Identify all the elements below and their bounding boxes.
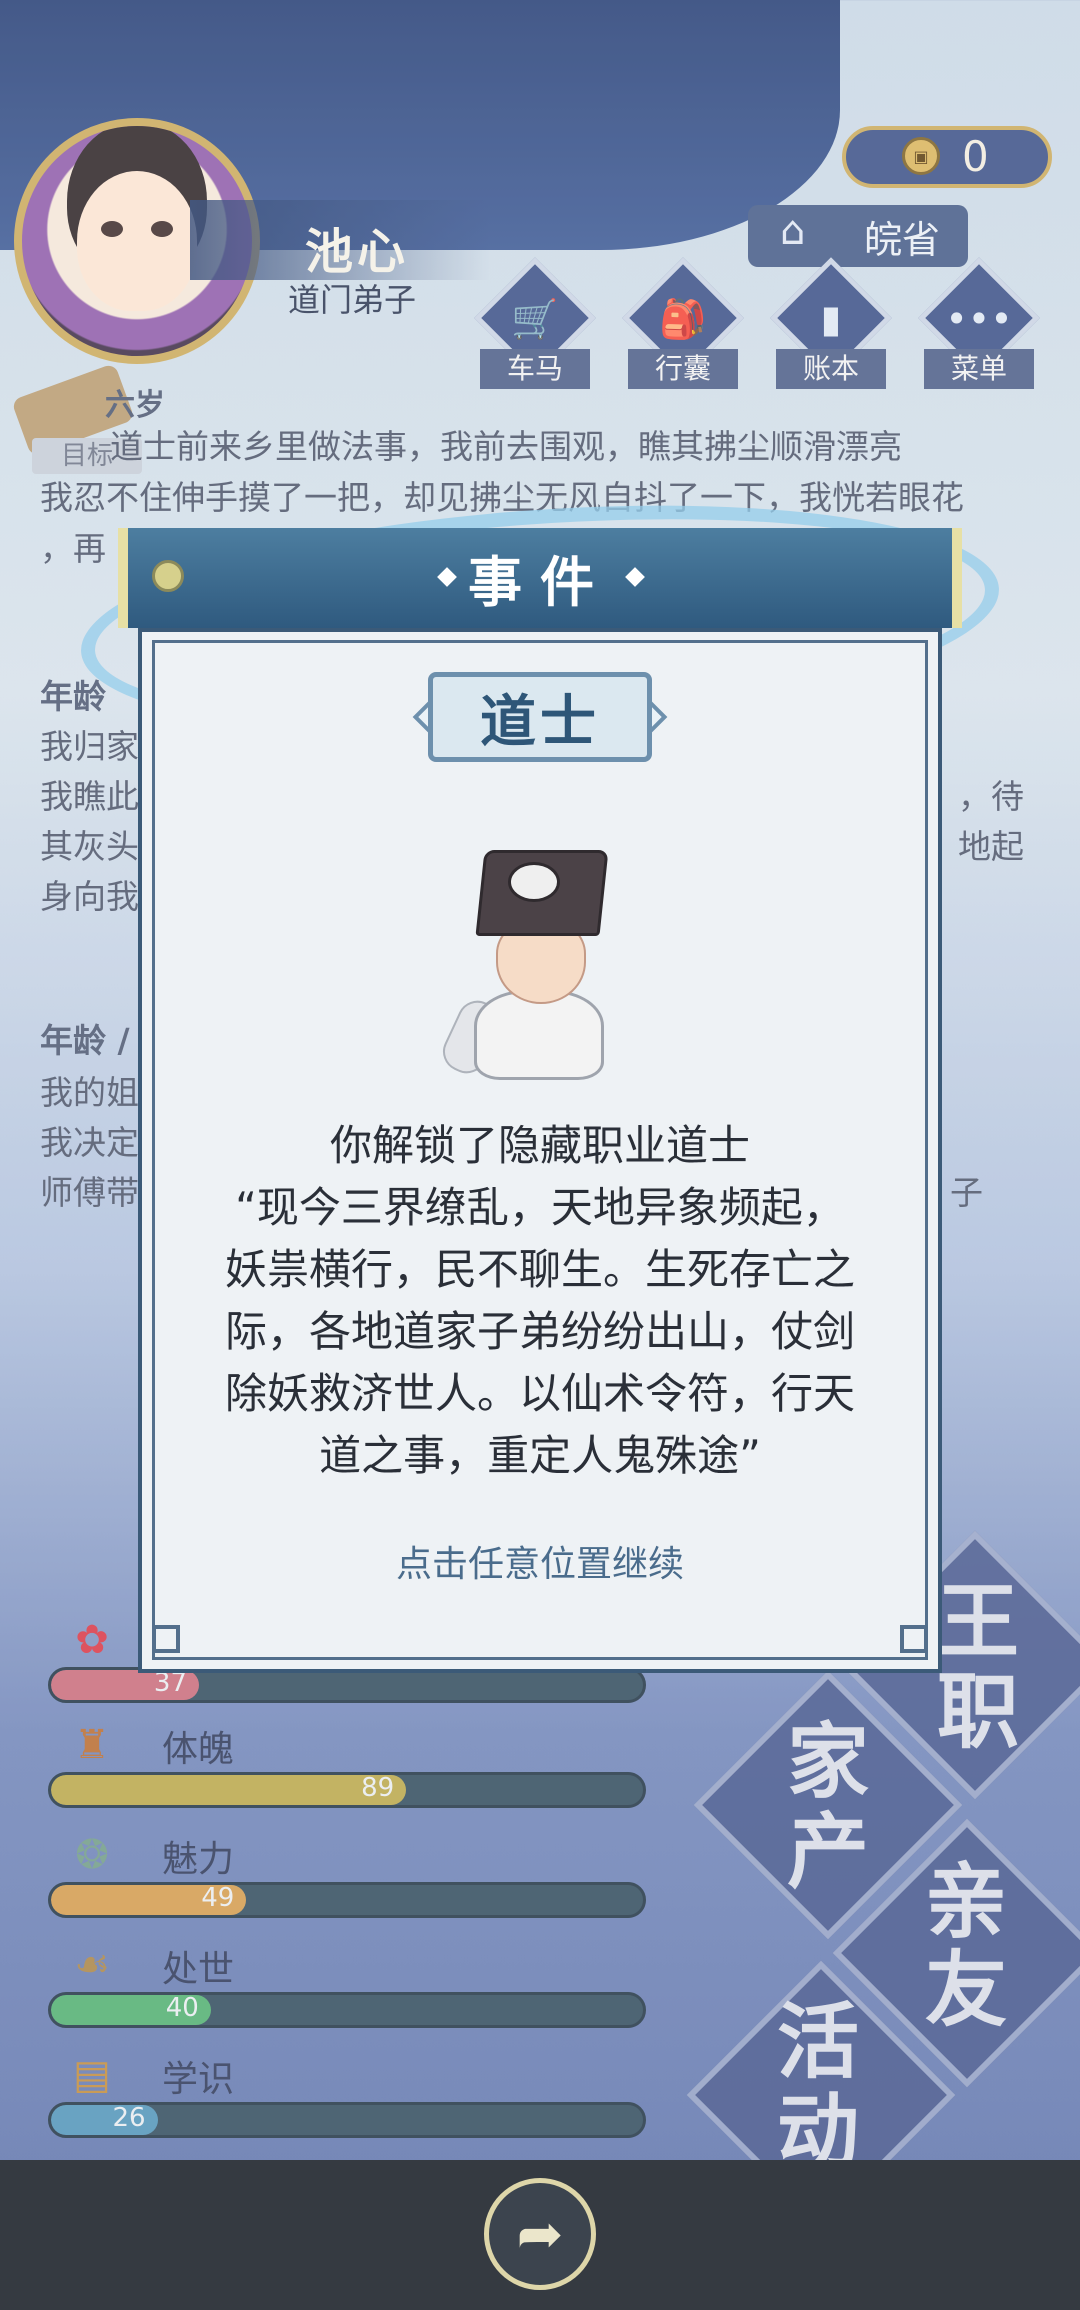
corner-ornament — [152, 1625, 180, 1653]
event-line: 道之事，重定人鬼殊途” — [319, 1431, 761, 1480]
continue-hint: 点击任意位置继续 — [395, 1544, 684, 1585]
event-line: 妖祟横行，民不聊生。生死存亡之 — [224, 1245, 855, 1294]
modal-title: 事件 — [468, 551, 612, 614]
event-line: 际，各地道家子弟纷纷出山，仗剑 — [224, 1307, 855, 1356]
corner-ornament — [900, 1625, 928, 1653]
profession-badge: 道士 — [428, 672, 652, 762]
yin-yang-icon — [508, 862, 560, 902]
event-line: “现今三界缭乱，天地异象频起， — [235, 1183, 845, 1232]
profession-badge-label: 道士 — [480, 689, 600, 755]
taoist-character-illustration — [436, 850, 630, 1080]
event-line: 你解锁了隐藏职业道士 — [329, 1121, 750, 1170]
event-line: 除妖救济世人。以仙术令符，行天 — [224, 1369, 855, 1418]
